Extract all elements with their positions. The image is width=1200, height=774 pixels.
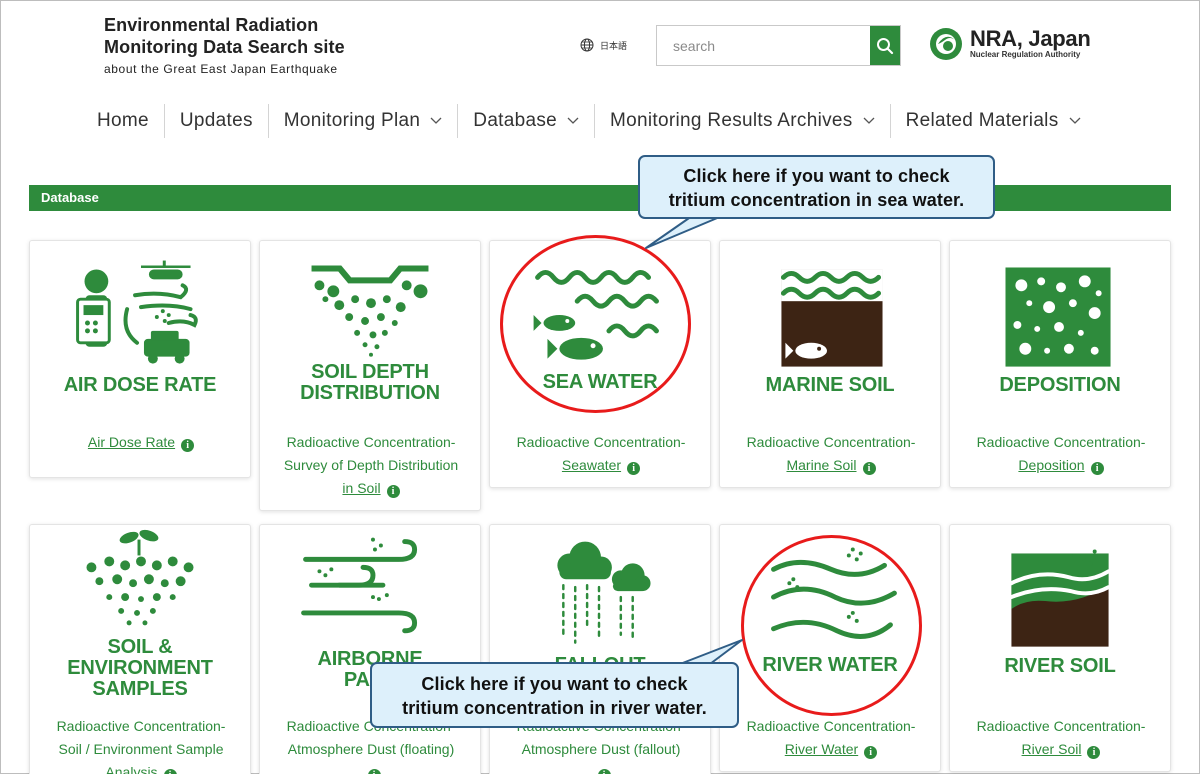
- link-line: River Water: [784, 741, 859, 757]
- card-link-river-water[interactable]: Radioactive Concentration- River Water i: [730, 715, 932, 761]
- nra-emblem-icon: [930, 28, 962, 60]
- nav-label: Updates: [179, 110, 253, 131]
- nav-database[interactable]: Database: [458, 104, 596, 138]
- link-line: Air Dose Rate: [87, 434, 176, 450]
- link-line: Radioactive Concentration-: [746, 434, 916, 450]
- link-line: Radioactive Concentration-: [286, 434, 456, 450]
- link-line: Survey of Depth Distribution: [283, 457, 459, 473]
- card-air-dose-rate[interactable]: AIR DOSE RATE Air Dose Rate i: [29, 240, 251, 478]
- nav-label: Home: [97, 110, 149, 131]
- nav-home[interactable]: Home: [82, 104, 165, 138]
- card-link-soil-environment[interactable]: Radioactive Concentration- Soil / Enviro…: [40, 715, 242, 774]
- info-icon[interactable]: i: [1087, 746, 1101, 759]
- card-soil-environment-samples[interactable]: SOIL & ENVIRONMENT SAMPLES Radioactive Con…: [29, 524, 251, 774]
- card-title: MARINE SOIL: [765, 374, 895, 396]
- callout-river-water: Click here if you want to check tritium …: [370, 662, 739, 728]
- nra-logo[interactable]: NRA, Japan Nuclear Regulation Authority: [928, 26, 1091, 62]
- nav-label: Monitoring Plan: [283, 110, 421, 131]
- link-line: Radioactive Concentration-: [746, 718, 916, 734]
- card-deposition[interactable]: DEPOSITION Radioactive Concentration- De…: [949, 240, 1171, 488]
- link-line: Atmosphere Dust (fallout): [521, 741, 681, 757]
- nav-label: Related Materials: [905, 110, 1059, 131]
- callout-line: tritium concentration in sea water.: [668, 190, 965, 210]
- card-title: SEA WATER: [542, 371, 658, 393]
- site-title-line2: Monitoring Data Search site: [104, 37, 345, 57]
- card-fallout[interactable]: FALLOUT Radioactive Concentration- Atmos…: [489, 524, 711, 774]
- main-nav: Home Updates Monitoring Plan Database Mo…: [82, 104, 1096, 138]
- info-icon[interactable]: i: [181, 439, 195, 452]
- org-subtitle: Nuclear Regulation Authority: [970, 50, 1081, 59]
- nav-monitoring-plan[interactable]: Monitoring Plan: [269, 104, 459, 138]
- search-icon: [877, 37, 894, 54]
- link-line: Atmosphere Dust (floating): [287, 741, 455, 757]
- info-icon[interactable]: i: [597, 769, 611, 774]
- card-title: AIR DOSE RATE: [63, 374, 217, 396]
- nav-related-materials[interactable]: Related Materials: [891, 104, 1096, 138]
- card-link-soil-depth[interactable]: Radioactive Concentration- Survey of Dep…: [270, 431, 472, 500]
- nav-label: Database: [473, 110, 558, 131]
- chevron-down-icon: [430, 117, 442, 124]
- globe-icon: [580, 38, 594, 52]
- site-title-line1: Environmental Radiation: [104, 15, 319, 35]
- card-link-river-soil[interactable]: Radioactive Concentration- River Soil i: [960, 715, 1162, 761]
- card-title-line: SOIL &: [107, 636, 173, 658]
- chevron-down-icon: [1069, 117, 1080, 124]
- info-icon[interactable]: i: [367, 769, 381, 774]
- card-title-line: ENVIRONMENT: [67, 657, 213, 679]
- search-button[interactable]: [870, 26, 900, 65]
- info-icon[interactable]: i: [1090, 462, 1104, 475]
- nav-updates[interactable]: Updates: [165, 104, 269, 138]
- card-link-sea-water[interactable]: Radioactive Concentration- Seawater i: [500, 431, 702, 477]
- card-title-line: SAMPLES: [92, 678, 188, 700]
- info-icon[interactable]: i: [386, 485, 400, 498]
- language-switch[interactable]: 日本語: [580, 38, 627, 52]
- link-line: Seawater: [561, 457, 622, 473]
- card-title-line: SOIL DEPTH: [311, 361, 429, 383]
- card-link-deposition[interactable]: Radioactive Concentration- Deposition i: [960, 431, 1162, 477]
- callout-line: tritium concentration in river water.: [402, 698, 707, 718]
- language-label: 日本語: [600, 40, 628, 51]
- card-link-marine-soil[interactable]: Radioactive Concentration- Marine Soil i: [730, 431, 932, 477]
- site-subtitle: about the Great East Japan Earthquake: [104, 62, 338, 76]
- link-line: Analysis: [105, 764, 158, 774]
- callout-sea-water: Click here if you want to check tritium …: [638, 155, 995, 219]
- info-icon[interactable]: i: [627, 462, 641, 475]
- link-line: Marine Soil: [786, 457, 857, 473]
- callout-line: Click here if you want to check: [421, 674, 688, 694]
- link-line: Radioactive Concentration-: [516, 434, 686, 450]
- info-icon[interactable]: i: [862, 462, 876, 475]
- link-line: Radioactive Concentration-: [976, 718, 1146, 734]
- card-title-line: DISTRIBUTION: [300, 382, 440, 404]
- link-line: Radioactive Concentration-: [976, 434, 1146, 450]
- chevron-down-icon: [567, 117, 579, 124]
- card-title: DEPOSITION: [999, 374, 1121, 396]
- callout-line: Click here if you want to check: [683, 166, 950, 186]
- card-river-soil[interactable]: RIVER SOIL Radioactive Concentration- Ri…: [949, 524, 1171, 772]
- card-marine-soil[interactable]: MARINE SOIL Radioactive Concentration- M…: [719, 240, 941, 488]
- chevron-down-icon: [863, 117, 875, 124]
- link-line: Soil / Environment Sample: [58, 741, 224, 757]
- card-river-water[interactable]: RIVER WATER Radioactive Concentration- R…: [719, 524, 941, 772]
- link-line: River Soil: [1021, 741, 1082, 757]
- card-airborne-particles[interactable]: AIRBORNEPART Radioactive Concentration- …: [259, 524, 481, 774]
- org-name: NRA, Japan: [970, 26, 1091, 51]
- card-title: RIVER SOIL: [1004, 655, 1116, 677]
- card-title: RIVER WATER: [762, 654, 898, 676]
- link-line: Deposition: [1018, 457, 1085, 473]
- search-input[interactable]: [657, 26, 870, 65]
- info-icon[interactable]: i: [163, 769, 177, 774]
- info-icon[interactable]: i: [864, 746, 878, 759]
- search-box: [656, 25, 901, 66]
- nav-monitoring-results-archives[interactable]: Monitoring Results Archives: [595, 104, 891, 138]
- card-sea-water[interactable]: SEA WATER Radioactive Concentration- Sea…: [489, 240, 711, 488]
- link-line: Radioactive Concentration-: [56, 718, 226, 734]
- link-line: in Soil: [342, 480, 381, 496]
- card-soil-depth-distribution[interactable]: SOIL DEPTH DISTRIBUTION Radioactive Conce…: [259, 240, 481, 511]
- card-link-air-dose-rate[interactable]: Air Dose Rate i: [40, 431, 242, 454]
- site-brand[interactable]: Environmental Radiation Monitoring Data …: [104, 14, 345, 76]
- section-header-database: Database: [29, 185, 1171, 211]
- nav-label: Monitoring Results Archives: [610, 110, 853, 131]
